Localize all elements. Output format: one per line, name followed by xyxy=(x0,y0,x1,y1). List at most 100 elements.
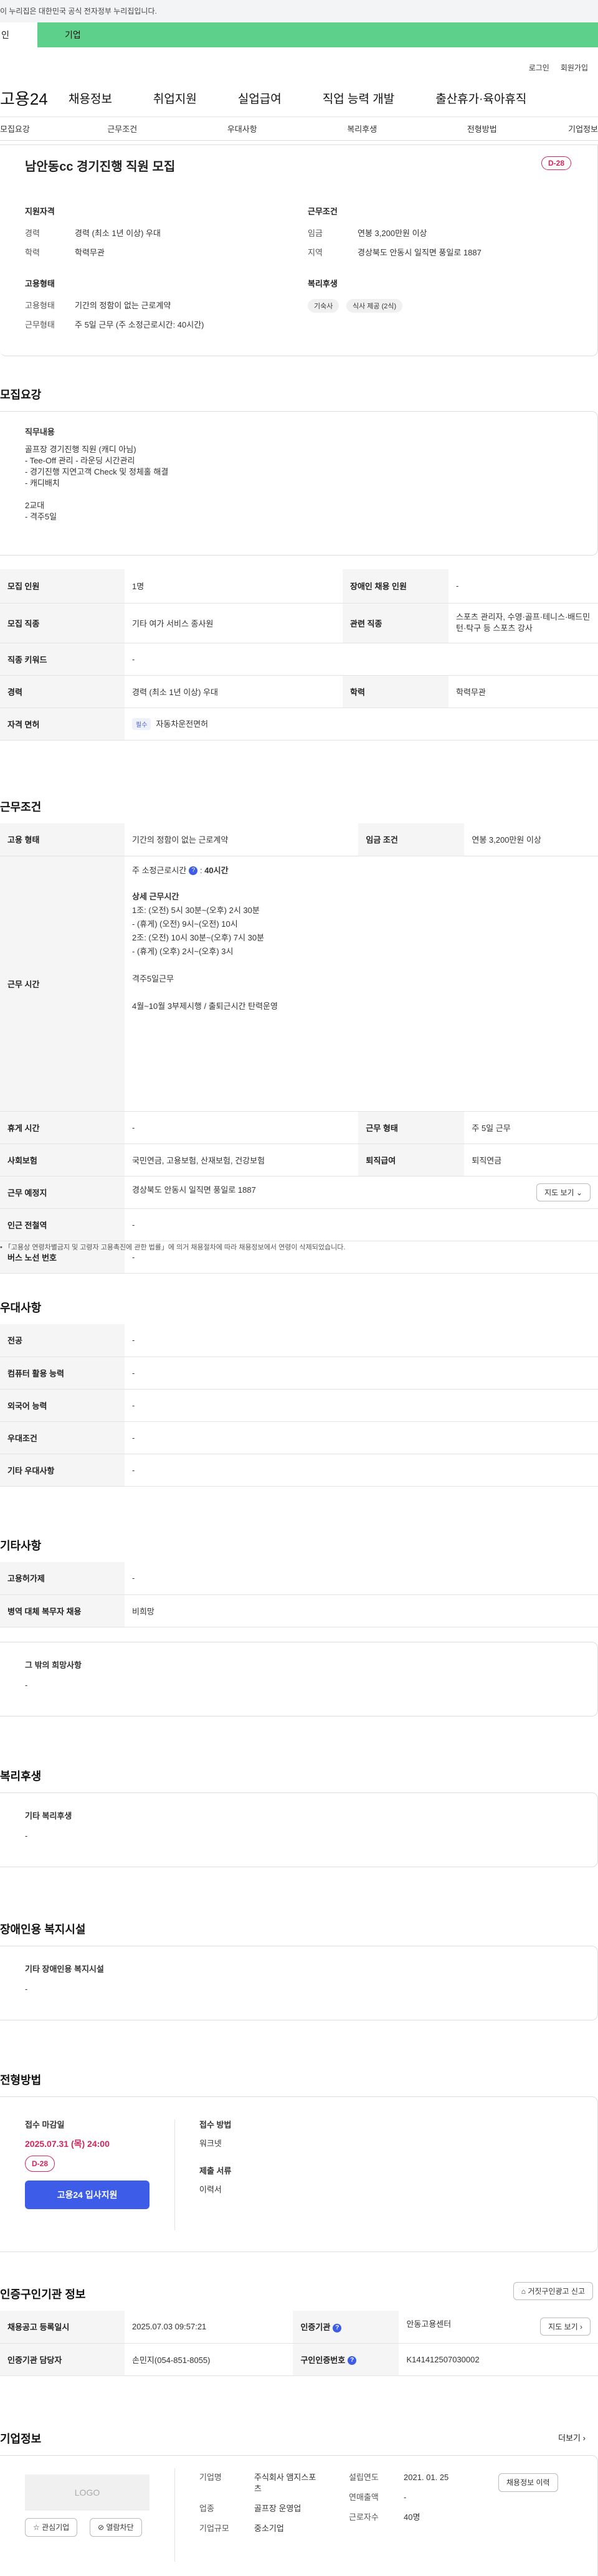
value: - xyxy=(404,2493,407,2502)
label: 경력 xyxy=(0,675,125,708)
label: 지역 xyxy=(308,248,323,257)
label: 경력 xyxy=(25,229,40,238)
cert-map-button[interactable]: 지도 보기 › xyxy=(540,2318,591,2336)
weekly-hours-label: 주 소정근로시간 xyxy=(132,865,187,875)
label: 모집 인원 xyxy=(0,569,125,604)
block-icon: ⊘ xyxy=(98,2523,105,2532)
dday-badge: D-28 xyxy=(25,2156,55,2172)
util-menu: 로그인 회원가입 xyxy=(0,47,598,80)
label: 근무형태 xyxy=(25,320,55,329)
label: 자격 면허 xyxy=(0,708,125,741)
time-line: 격주5일근무 xyxy=(132,973,174,983)
value: 40명 xyxy=(404,2512,420,2522)
recruit-table: 모집 인원 1명 장애인 채용 인원 - 모집 직종 기타 여가 서비스 종사원 관련 직… xyxy=(0,569,598,741)
login-link[interactable]: 로그인 xyxy=(529,62,549,80)
nav-jobs[interactable]: 채용정보 xyxy=(69,90,112,107)
tab-prefer[interactable]: 우대사항 xyxy=(183,123,303,135)
job-desc-line: - 경기진행 지연고객 Check 및 정체홀 해결 xyxy=(25,467,169,476)
nav-training[interactable]: 직업 능력 개발 xyxy=(323,90,394,107)
map-button[interactable]: 지도 보기 ⌄ xyxy=(536,1183,591,1201)
box-title: 그 밖의 희망사항 xyxy=(25,1660,82,1670)
org-type-company[interactable]: 기업 xyxy=(37,22,598,47)
value: 학력무관 xyxy=(75,248,105,257)
label: 직종 키워드 xyxy=(0,643,125,676)
tab-recruit[interactable]: 모집요강 xyxy=(0,123,62,135)
label: 고용 형태 xyxy=(0,823,125,856)
box-title: 기타 복리후생 xyxy=(25,1811,72,1821)
job-summary-card: 남안동cc 경기진행 직원 모집 D-28 지원자격 경력 경력 (최소 1년 이… xyxy=(0,144,598,356)
tab-process[interactable]: 전형방법 xyxy=(422,123,543,135)
value: 2021. 01. 25 xyxy=(404,2473,449,2482)
value: 학력무관 xyxy=(448,675,598,708)
welfare-chip: 식사 제공 (2식) xyxy=(346,299,403,313)
label: 관련 직종 xyxy=(343,603,448,643)
deadline-label: 접수 마감일 xyxy=(25,2120,65,2129)
value: 2025.07.03 09:57:21 xyxy=(125,2311,293,2344)
company-more-link[interactable]: 더보기 › xyxy=(558,2432,586,2443)
weekly-hours-value: 40시간 xyxy=(204,865,229,875)
value: 연봉 3,200만원 이상 xyxy=(358,229,427,238)
nav-leave[interactable]: 출산휴가·육아휴직 xyxy=(435,90,526,107)
info-icon[interactable]: ? xyxy=(333,2323,342,2332)
process-box: 접수 마감일 2025.07.31 (목) 24:00 D-28 고용24 입사… xyxy=(0,2096,598,2252)
value: - xyxy=(125,1562,598,1595)
main-nav: 고용24 채용정보 취업지원 실업급여 직업 능력 개발 출산휴가·육아휴직 xyxy=(0,80,598,117)
label: 인증기관? xyxy=(293,2311,399,2344)
value: 1명 xyxy=(125,569,343,604)
label: 외국어 능력 xyxy=(0,1389,125,1422)
label: 업종 xyxy=(199,2504,214,2513)
report-button[interactable]: ⌂ 거짓구인광고 신고 xyxy=(513,2282,593,2300)
deadline-value: 2025.07.31 (목) 24:00 xyxy=(25,2139,110,2149)
box-value: - xyxy=(25,1984,28,1994)
value: - xyxy=(125,1111,359,1144)
value: 손민지(054-851-8055) xyxy=(125,2343,293,2376)
nav-unemployment[interactable]: 실업급여 xyxy=(238,90,282,107)
fav-company-button[interactable]: ☆ 관심기업 xyxy=(25,2518,78,2537)
section-title-recruit: 모집요강 xyxy=(0,389,42,401)
label: 근무 예정지 xyxy=(0,1176,125,1209)
value: 경상북도 안동시 일직면 풍일로 1887 xyxy=(358,248,482,257)
info-icon[interactable]: ? xyxy=(189,866,198,876)
time-line: 4월~10월 3부제시행 / 출퇴근시간 탄력운영 xyxy=(132,1001,278,1011)
method-value: 워크넷 xyxy=(199,2139,222,2148)
job-desc-title: 직무내용 xyxy=(25,427,55,437)
info-icon[interactable]: ? xyxy=(348,2356,357,2365)
job-title: 남안동cc 경기진행 직원 모집 xyxy=(25,160,176,174)
box-title: 기타 장애인용 복지시설 xyxy=(25,1964,104,1974)
join-link[interactable]: 회원가입 xyxy=(561,62,588,80)
chevron-right-icon: › xyxy=(580,2323,582,2332)
tab-work[interactable]: 근무조건 xyxy=(62,123,183,135)
label: 퇴직급여 xyxy=(358,1144,465,1177)
org-type-personal[interactable]: 인 xyxy=(0,22,37,47)
value: 스포츠 관리자, 수영·골프·테니스·배드민턴·탁구 등 스포츠 강사 xyxy=(448,603,598,643)
tab-welfare[interactable]: 복리후생 xyxy=(302,123,422,135)
company-box: LOGO ☆ 관심기업 ⊘ 열람차단 기업명 주식회사 앰지스포츠 업종 골프장 운… xyxy=(0,2455,598,2576)
value: - xyxy=(125,1324,598,1357)
label: 휴게 시간 xyxy=(0,1111,125,1144)
block-company-button[interactable]: ⊘ 열람차단 xyxy=(90,2518,142,2537)
value: 경상북도 안동시 일직면 풍일로 1887 xyxy=(132,1185,256,1195)
value: 주 5일 근무 (주 소정근로시간: 40시간) xyxy=(75,320,204,329)
job-history-button[interactable]: 채용정보 이력 xyxy=(498,2473,558,2492)
site-logo[interactable]: 고용24 xyxy=(0,87,69,110)
label: 고용허가제 xyxy=(0,1562,125,1595)
qual-heading: 지원자격 xyxy=(25,207,55,216)
chevron-down-icon: ⌄ xyxy=(576,1188,582,1197)
label: 병역 대체 복무자 채용 xyxy=(0,1594,125,1627)
value: K141412507030002 xyxy=(399,2343,598,2376)
nav-employment-support[interactable]: 취업지원 xyxy=(153,90,197,107)
label: 기업명 xyxy=(199,2473,222,2482)
disfac-box: 기타 장애인용 복지시설 - xyxy=(0,1946,598,2020)
value: - xyxy=(125,1421,598,1454)
section-title-disfac: 장애인용 복지시설 xyxy=(0,1923,86,1936)
label: 임금 조건 xyxy=(358,823,465,856)
value: 기간의 정함이 없는 근로계약 xyxy=(75,301,171,310)
tab-company[interactable]: 기업정보 xyxy=(542,123,598,135)
apply-button[interactable]: 고용24 입사지원 xyxy=(25,2181,150,2209)
value: 자동차운전면허 xyxy=(156,719,209,729)
docs-value: 이력서 xyxy=(199,2185,222,2194)
company-logo: LOGO xyxy=(25,2474,150,2511)
label: 인증기관 담당자 xyxy=(0,2343,125,2376)
time-line: 상세 근무시간 xyxy=(132,891,179,901)
job-desc-line: - 캐디배치 xyxy=(25,478,60,488)
